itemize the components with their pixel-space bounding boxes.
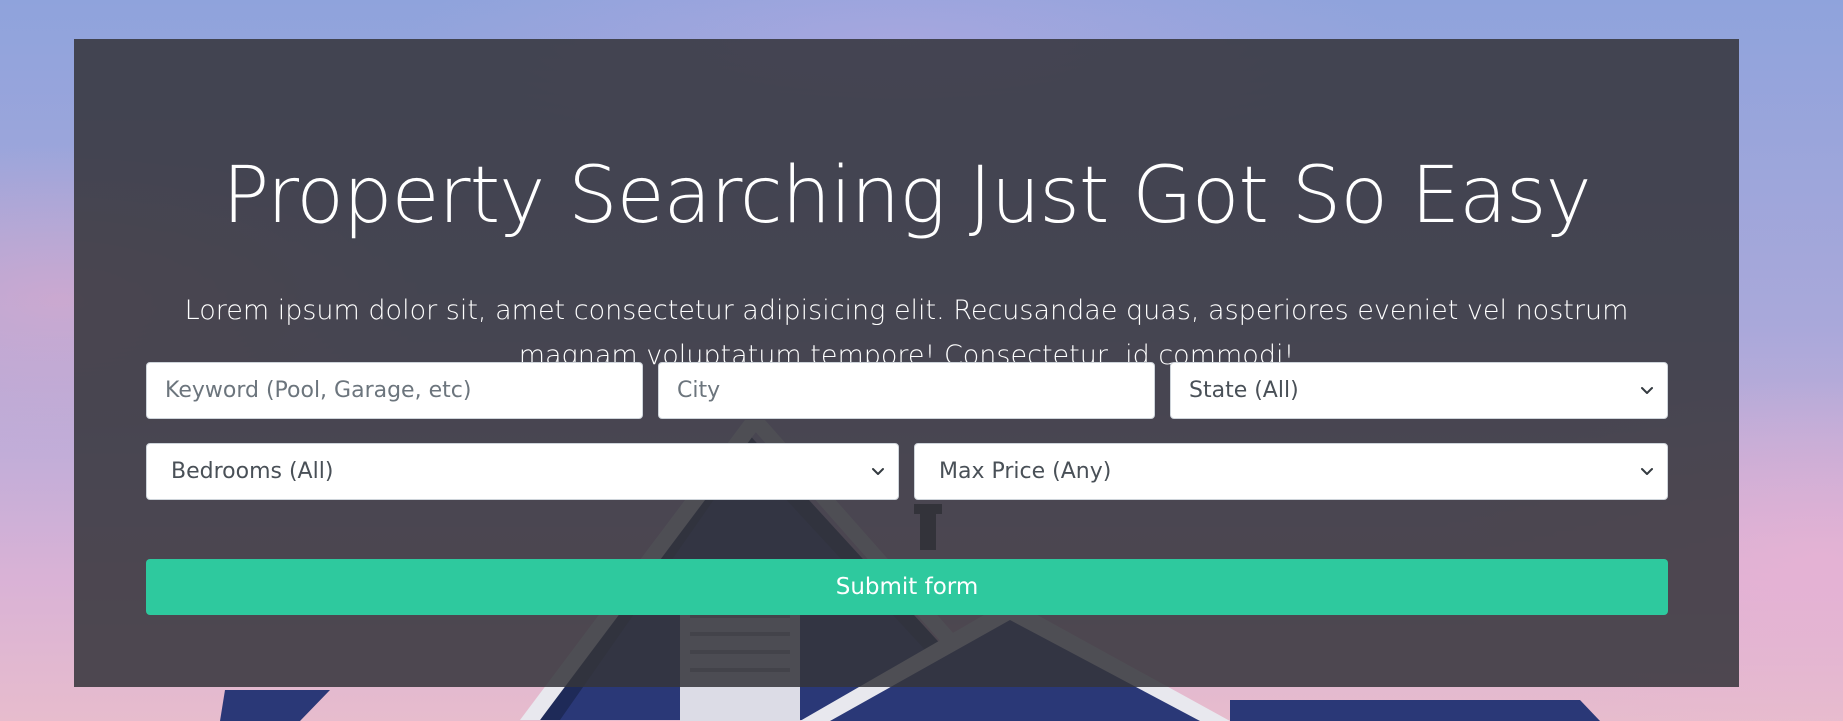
state-select[interactable]: State (All) (1170, 362, 1668, 419)
search-panel: Property Searching Just Got So Easy Lore… (74, 39, 1739, 687)
max-price-select[interactable]: Max Price (Any) (914, 443, 1668, 500)
city-input[interactable] (658, 362, 1155, 419)
keyword-input[interactable] (146, 362, 643, 419)
chevron-down-icon (1641, 467, 1653, 475)
chevron-down-icon (872, 467, 884, 475)
bedrooms-select-value: Bedrooms (All) (171, 459, 334, 484)
bedrooms-select[interactable]: Bedrooms (All) (146, 443, 899, 500)
chevron-down-icon (1641, 386, 1653, 394)
max-price-select-value: Max Price (Any) (939, 459, 1112, 484)
state-select-value: State (All) (1189, 378, 1299, 403)
page-title: Property Searching Just Got So Easy (222, 151, 1591, 241)
submit-button[interactable]: Submit form (146, 559, 1668, 615)
